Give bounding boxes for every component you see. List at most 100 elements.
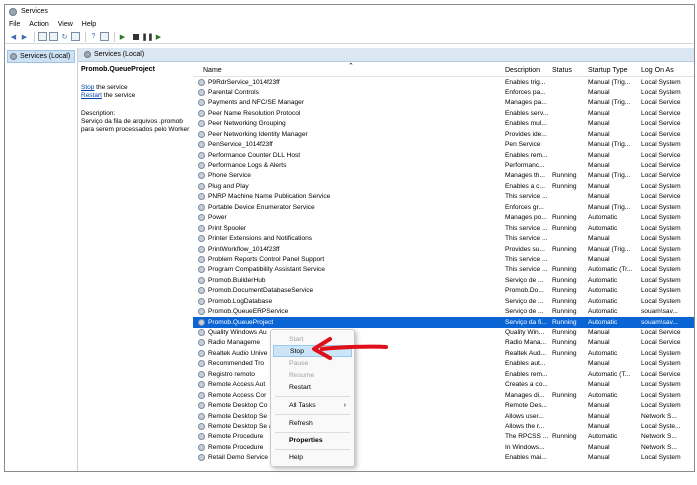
- properties-icon[interactable]: [49, 32, 58, 41]
- service-gear-icon: [198, 141, 205, 149]
- service-row[interactable]: Remote Desktop Se Allows user... Manual Net…: [193, 411, 694, 421]
- service-logon-cell: Local System: [641, 235, 681, 243]
- menu-view[interactable]: View: [58, 21, 73, 28]
- service-row[interactable]: Promob.QueueERPService Serviço de ... Runn…: [193, 307, 694, 317]
- start-service-icon[interactable]: ▶: [118, 32, 127, 41]
- context-menu-separator: [275, 449, 350, 450]
- stop-service-link[interactable]: Stop: [81, 84, 94, 91]
- service-row[interactable]: P9RdrService_1014f23ff Enables trig... Man…: [193, 77, 694, 87]
- service-row[interactable]: PNRP Machine Name Publication Service Thi…: [193, 192, 694, 202]
- service-row[interactable]: Performance Logs & Alerts Performanc... Ma…: [193, 161, 694, 171]
- service-row[interactable]: Plug and Play Enables a c... Running Manual…: [193, 181, 694, 191]
- service-description-cell: Enables rem...: [505, 151, 548, 159]
- service-row[interactable]: Remote Procedure The RPCSS ... Running Auto…: [193, 432, 694, 442]
- service-row[interactable]: Promob.BuilderHub Serviço de ... Running Au…: [193, 275, 694, 285]
- service-description-cell: Provides ide...: [505, 130, 547, 138]
- service-row[interactable]: Power Manages po... Running Automatic Local …: [193, 213, 694, 223]
- service-row[interactable]: Remote Access Aut Creates a co... Manual Lo…: [193, 380, 694, 390]
- service-logon-cell: Local Service: [641, 370, 681, 378]
- service-row[interactable]: Peer Name Resolution Protocol Enables ser…: [193, 108, 694, 118]
- service-row[interactable]: Radio Manageme Radio Mana... Running Manual…: [193, 338, 694, 348]
- service-startup-cell: Manual: [588, 329, 610, 336]
- service-row[interactable]: Peer Networking Grouping Enables mul... Ma…: [193, 119, 694, 129]
- extended-view-icon[interactable]: [100, 32, 109, 41]
- service-name-cell: Plug and Play: [208, 182, 249, 190]
- service-row[interactable]: Promob.QueueProject Serviço da fi... Runni…: [193, 317, 694, 328]
- column-header-startup-type[interactable]: Startup Type: [588, 67, 628, 74]
- service-name-cell: Promob.BuilderHub: [208, 276, 266, 284]
- pause-service-icon[interactable]: ❚❚: [142, 32, 154, 41]
- menu-help[interactable]: Help: [82, 21, 96, 28]
- service-row[interactable]: Realtek Audio Unive Realtek Aud... Running…: [193, 348, 694, 358]
- service-description-cell: Creates a co...: [505, 381, 548, 389]
- service-row[interactable]: Registro remoto Enables rem... Automatic (…: [193, 369, 694, 379]
- service-row[interactable]: Printer Extensions and Notifications This…: [193, 234, 694, 244]
- show-hide-console-tree-icon[interactable]: [38, 32, 47, 41]
- service-row[interactable]: Program Compatibility Assistant Service T…: [193, 265, 694, 275]
- service-row[interactable]: Portable Device Enumerator Service Enforc…: [193, 202, 694, 212]
- service-row[interactable]: Phone Service Manages th... Running Manual …: [193, 171, 694, 181]
- service-row[interactable]: Recommended Tro Enables aut... Manual Local…: [193, 359, 694, 369]
- column-header-name[interactable]: Name: [203, 67, 222, 74]
- service-name-cell: PrintWorkflow_1014f23ff: [208, 245, 280, 253]
- context-menu-separator: [275, 432, 350, 433]
- service-row[interactable]: Problem Reports Control Panel Support Thi…: [193, 254, 694, 264]
- service-startup-cell: Automatic: [588, 297, 618, 305]
- service-row[interactable]: Peer Networking Identity Manager Provides…: [193, 129, 694, 139]
- service-gear-icon: [198, 130, 205, 138]
- service-row[interactable]: Quality Windows Au Quality Win... Running M…: [193, 328, 694, 338]
- service-row[interactable]: Payments and NFC/SE Manager Manages pa...…: [193, 98, 694, 108]
- service-logon-cell: Local System: [641, 402, 681, 410]
- tree-item-services-local[interactable]: Services (Local): [7, 50, 75, 63]
- export-list-icon[interactable]: [71, 32, 80, 41]
- service-logon-cell: Local Service: [641, 130, 681, 138]
- service-name-cell: Promob.LogDatabase: [208, 297, 273, 305]
- service-row[interactable]: Retail Demo Service Enables mai... Manual L…: [193, 453, 694, 463]
- context-menu-properties[interactable]: Properties: [273, 434, 352, 446]
- description-label: Description:: [81, 110, 116, 117]
- service-gear-icon: [198, 203, 205, 211]
- back-arrow-icon[interactable]: ◀: [9, 32, 18, 41]
- service-description-cell: Serviço de ...: [505, 297, 544, 305]
- service-row[interactable]: Remote Procedure In Windows... Manual Netwo…: [193, 442, 694, 452]
- service-gear-icon: [198, 454, 205, 462]
- service-row[interactable]: Promob.DocumentDatabaseService Promob.Do.…: [193, 286, 694, 296]
- context-menu-refresh[interactable]: Refresh: [273, 417, 352, 429]
- service-name-cell: Performance Logs & Alerts: [208, 162, 287, 169]
- column-header-log-on-as[interactable]: Log On As: [641, 67, 674, 74]
- restart-service-link[interactable]: Restart: [81, 92, 102, 99]
- column-header-status[interactable]: Status: [552, 67, 572, 74]
- service-rows: P9RdrService_1014f23ff Enables trig... Man…: [193, 77, 694, 463]
- service-name-cell: Peer Networking Grouping: [208, 120, 286, 128]
- service-row[interactable]: Remote Desktop Se ator Allows the r... Man…: [193, 421, 694, 431]
- service-row[interactable]: Remote Desktop Co Remote Des... Manual Loca…: [193, 401, 694, 411]
- service-row[interactable]: PrintWorkflow_1014f23ff Provides su... Run…: [193, 244, 694, 254]
- service-description-cell: Enables serv...: [505, 109, 549, 117]
- service-startup-cell: Automatic: [588, 224, 618, 232]
- service-status-cell: Running: [552, 172, 577, 180]
- service-row[interactable]: Remote Access Cor Manages di... Running Aut…: [193, 390, 694, 400]
- restart-service-icon[interactable]: ▶: [154, 32, 163, 41]
- context-menu-all-tasks[interactable]: All Tasks ›: [273, 399, 352, 411]
- column-header-description[interactable]: Description: [505, 67, 540, 74]
- menu-action[interactable]: Action: [29, 21, 48, 28]
- service-logon-cell: Local System: [641, 88, 681, 96]
- service-row[interactable]: Promob.LogDatabase Serviço de ... Running A…: [193, 296, 694, 306]
- help-icon[interactable]: ?: [89, 32, 98, 41]
- service-row[interactable]: Performance Counter DLL Host Enables rem.…: [193, 150, 694, 160]
- menu-file[interactable]: File: [9, 21, 20, 28]
- refresh-icon[interactable]: ↻: [60, 32, 69, 41]
- service-description-cell: This service ...: [505, 193, 548, 201]
- menu-bar: File Action View Help: [5, 18, 694, 30]
- context-menu-help[interactable]: Help: [273, 451, 352, 463]
- service-name-cell: Promob.QueueERPService: [208, 308, 289, 316]
- context-menu-resume[interactable]: Resume: [273, 369, 352, 381]
- context-menu-restart[interactable]: Restart: [273, 381, 352, 393]
- service-row[interactable]: PenService_1014f23ff Pen Service Manual (T…: [193, 140, 694, 150]
- stop-service-icon[interactable]: [133, 33, 139, 40]
- forward-arrow-icon[interactable]: ▶: [20, 32, 29, 41]
- service-startup-cell: Manual: [588, 109, 610, 117]
- service-row[interactable]: Print Spooler This service ... Running Auto…: [193, 223, 694, 233]
- service-row[interactable]: Parental Controls Enforces pa... Manual Loc…: [193, 87, 694, 97]
- service-description-cell: This service ...: [505, 255, 548, 263]
